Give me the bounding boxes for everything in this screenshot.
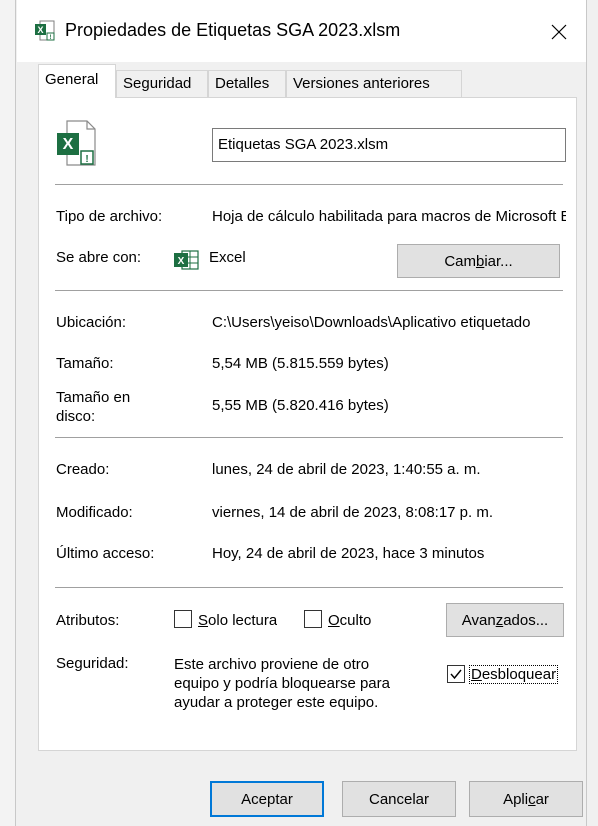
separator: [55, 587, 563, 588]
checkmark-icon: [450, 669, 462, 680]
security-message-line3: ayudar a proteger este equipo.: [174, 694, 379, 711]
disk-size-label: Tamaño en disco:: [56, 388, 130, 426]
advanced-button-label-2: ados...: [503, 611, 549, 629]
disk-size-label-line2: disco:: [56, 408, 96, 425]
advanced-button-accel: z: [495, 611, 504, 629]
advanced-button[interactable]: Avan z ados...: [446, 603, 564, 637]
tab-general[interactable]: General: [38, 64, 116, 98]
unblock-label-rest: esbloquear: [481, 666, 557, 683]
unblock-label[interactable]: Desbloquear: [468, 665, 559, 684]
svg-text:!: !: [85, 154, 88, 165]
readonly-accel: S: [198, 612, 209, 629]
advanced-button-label-1: Avan: [461, 611, 496, 629]
tab-detalles[interactable]: Detalles: [208, 70, 286, 98]
tab-versiones-anteriores[interactable]: Versiones anteriores: [286, 70, 462, 98]
excel-file-icon: X !: [35, 20, 55, 41]
opens-with-label: Se abre con:: [56, 249, 142, 266]
attributes-label: Atributos:: [56, 612, 120, 629]
change-button[interactable]: Cam b iar...: [397, 244, 560, 278]
security-message-line2: equipo y podría bloquearse para: [174, 675, 390, 692]
apply-button[interactable]: Apli c ar: [469, 781, 583, 817]
type-value: Hoja de cálculo habilitada para macros d…: [212, 208, 566, 225]
separator: [55, 290, 563, 291]
disk-size-value: 5,55 MB (5.820.416 bytes): [212, 397, 389, 414]
disk-size-label-line1: Tamaño en: [56, 389, 131, 406]
properties-dialog: X ! Propiedades de Etiquetas SGA 2023.xl…: [17, 0, 586, 826]
background-window-strip-right: [586, 0, 598, 826]
accessed-value: Hoy, 24 de abril de 2023, hace 3 minutos: [212, 545, 485, 562]
svg-text:!: !: [50, 35, 52, 41]
hidden-checkbox[interactable]: [304, 610, 322, 628]
title-bar: X ! Propiedades de Etiquetas SGA 2023.xl…: [17, 0, 586, 62]
readonly-label[interactable]: Solo lectura: [198, 612, 277, 629]
excel-macro-file-icon: X !: [57, 120, 96, 166]
readonly-checkbox[interactable]: [174, 610, 192, 628]
cancel-button[interactable]: Cancelar: [342, 781, 456, 817]
created-value: lunes, 24 de abril de 2023, 1:40:55 a. m…: [212, 461, 481, 478]
svg-text:X: X: [178, 256, 185, 267]
close-icon: [551, 24, 567, 40]
separator: [55, 184, 563, 185]
security-message-line1: Este archivo proviene de otro: [174, 656, 370, 673]
svg-text:X: X: [63, 136, 74, 153]
created-label: Creado:: [56, 461, 110, 478]
modified-value: viernes, 14 de abril de 2023, 8:08:17 p.…: [212, 504, 494, 521]
apply-button-label-1: Apli: [503, 790, 529, 808]
size-value: 5,54 MB (5.815.559 bytes): [212, 355, 389, 372]
file-name-field[interactable]: Etiquetas SGA 2023.xlsm: [212, 128, 566, 162]
ok-button[interactable]: Aceptar: [210, 781, 324, 817]
tab-seguridad[interactable]: Seguridad: [116, 70, 208, 98]
opens-with-app: Excel: [209, 249, 246, 266]
separator: [55, 437, 563, 438]
svg-text:X: X: [37, 25, 43, 35]
hidden-label-rest: culto: [339, 612, 372, 629]
unblock-checkbox[interactable]: [447, 665, 465, 683]
change-button-label-2: iar...: [484, 252, 513, 270]
excel-icon: X: [174, 250, 199, 270]
modified-label: Modificado:: [56, 504, 133, 521]
background-window-strip-left: [0, 0, 16, 826]
size-label: Tamaño:: [56, 355, 114, 372]
change-button-accel: b: [475, 252, 485, 270]
hidden-label[interactable]: Oculto: [328, 612, 371, 629]
security-message: Este archivo proviene de otro equipo y p…: [174, 655, 390, 712]
unblock-accel: D: [471, 666, 482, 683]
security-label: Seguridad:: [56, 655, 129, 672]
window-title: Propiedades de Etiquetas SGA 2023.xlsm: [65, 20, 401, 40]
close-button[interactable]: [539, 12, 579, 52]
location-label: Ubicación:: [56, 314, 127, 331]
accessed-label: Último acceso:: [56, 545, 155, 562]
hidden-accel: O: [328, 612, 340, 629]
apply-button-accel: c: [528, 790, 536, 808]
readonly-label-rest: olo lectura: [208, 612, 278, 629]
apply-button-label-2: ar: [535, 790, 549, 808]
location-value: C:\Users\yeiso\Downloads\Aplicativo etiq…: [212, 314, 531, 331]
change-button-label-1: Cam: [444, 252, 476, 270]
type-label: Tipo de archivo:: [56, 208, 163, 225]
general-tab-panel: X ! Etiquetas SGA 2023.xlsm Tipo de arch…: [38, 97, 577, 751]
